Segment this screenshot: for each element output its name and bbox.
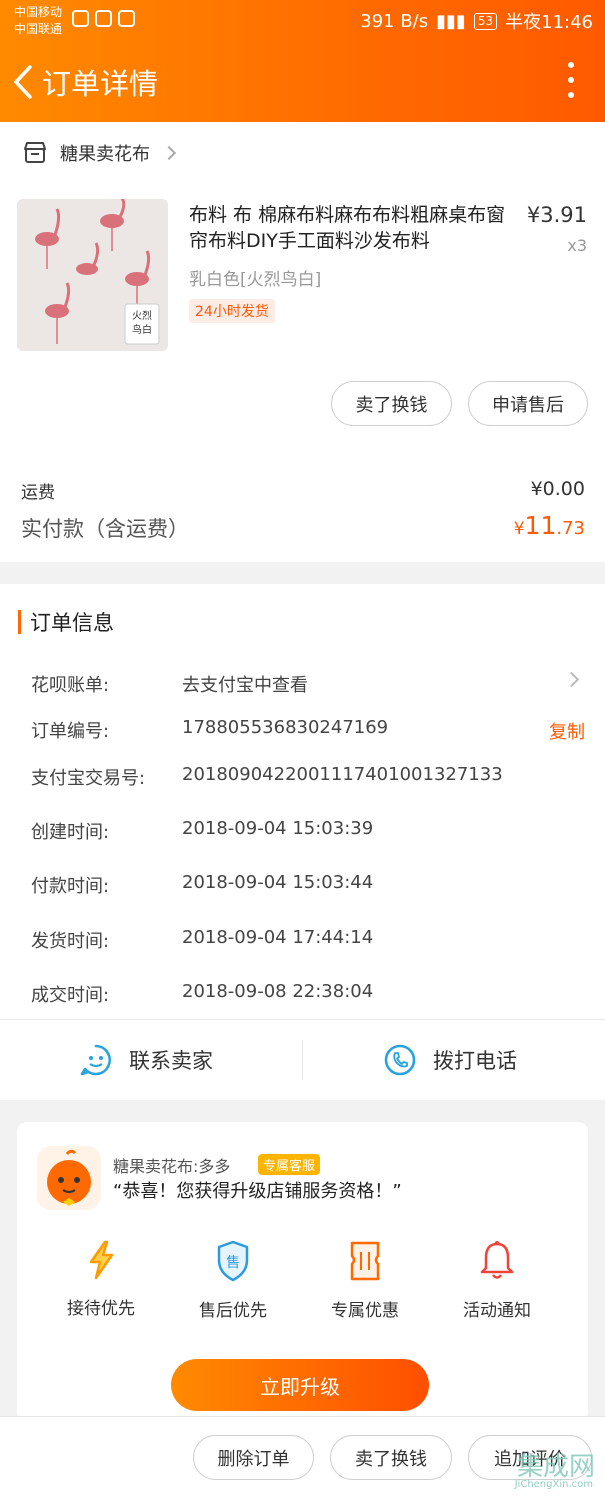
svg-text:火烈: 火烈 (132, 310, 152, 322)
status-right: 391 B/s ▮▮▮ 53 半夜11:46 (360, 8, 593, 34)
total-decimal: .73 (556, 518, 585, 539)
feature-exclusive-discount[interactable]: 专属优惠 (310, 1240, 420, 1321)
bag-notify-icon (118, 10, 135, 27)
divider (302, 1040, 303, 1080)
watermark-logo: 集成网 (516, 1452, 595, 1482)
signal-icon: ▮▮▮ (436, 10, 466, 32)
chevron-right-icon (161, 145, 177, 161)
dot-icon (568, 62, 574, 68)
feature-label: 售后优先 (199, 1301, 267, 1321)
product-sku: 乳白色[火烈鸟白] (189, 270, 322, 290)
watermark: 集成网 JiChengXin.com (475, 1446, 595, 1496)
shield-sale-icon: 售 (217, 1240, 249, 1282)
sell-button-bottom[interactable]: 卖了换钱 (330, 1435, 452, 1480)
shipped-time-value: 2018-09-04 17:44:14 (182, 927, 374, 948)
copy-button[interactable]: 复制 (549, 718, 585, 744)
call-phone-label: 拨打电话 (433, 1049, 517, 1073)
order-info-heading: 订单信息 (18, 609, 114, 635)
contact-seller-button[interactable]: 联系卖家 (79, 1037, 213, 1083)
paid-time-label: 付款时间: (31, 876, 110, 897)
dot-icon (568, 77, 574, 83)
huabei-label: 花呗账单: (31, 675, 110, 696)
contact-seller-label: 联系卖家 (129, 1049, 213, 1073)
shield-notify-icon (72, 10, 89, 27)
status-bar: 中国移动 中国联通 391 B/s ▮▮▮ 53 半夜11:46 (0, 0, 605, 44)
avatar (37, 1146, 101, 1210)
shipped-time-label: 发货时间: (31, 931, 110, 952)
alipay-trade-label: 支付宝交易号: (31, 768, 146, 789)
order-number-label: 订单编号: (31, 721, 110, 742)
feature-reception-priority[interactable]: 接待优先 (46, 1240, 156, 1319)
total-value: ¥11.73 (514, 511, 585, 540)
feature-event-notice[interactable]: 活动通知 (442, 1240, 552, 1321)
total-currency: ¥ (513, 519, 525, 539)
upgrade-button[interactable]: 立即升级 (171, 1359, 429, 1411)
order-info-title: 订单信息 (30, 611, 114, 635)
call-phone-button[interactable]: 拨打电话 (383, 1037, 517, 1083)
total-label: 实付款（含运费） (21, 517, 189, 541)
alipay-trade-value: 2018090422001117401001327133 (182, 764, 503, 785)
carrier-info: 中国移动 中国联通 (14, 4, 62, 38)
after-sales-button[interactable]: 申请售后 (468, 381, 588, 426)
product-image[interactable]: 火烈 鸟白 (17, 199, 168, 351)
feature-label: 活动通知 (463, 1301, 531, 1321)
shipping-value: ¥0.00 (530, 478, 585, 500)
notification-icons (72, 10, 135, 27)
huabei-value[interactable]: 去支付宝中查看 (182, 671, 308, 697)
shop-icon (24, 142, 46, 163)
product-quantity: x3 (567, 236, 587, 255)
paid-time-value: 2018-09-04 15:03:44 (182, 872, 374, 893)
shipping-label: 运费 (21, 483, 55, 503)
svg-text:鸟白: 鸟白 (132, 323, 152, 336)
heading-accent-bar (18, 610, 21, 634)
product-title[interactable]: 布料 布 棉麻布料麻布布料粗麻桌布窗帘布料DIY手工面料沙发布料 (189, 202, 514, 254)
svg-text:售: 售 (226, 1255, 240, 1271)
shop-row[interactable]: 糖果卖花布 (22, 140, 177, 166)
page-title: 订单详情 (42, 67, 159, 101)
feature-label: 专属优惠 (331, 1301, 399, 1321)
promo-message: “恭喜！您获得升级店铺服务资格！” (113, 1181, 402, 1202)
created-time-value: 2018-09-04 15:03:39 (182, 818, 374, 839)
net-speed: 391 B/s (360, 10, 429, 32)
clock: 半夜11:46 (505, 12, 593, 33)
watermark-url: JiChengXin.com (514, 1479, 593, 1490)
deal-time-value: 2018-09-08 22:38:04 (182, 981, 374, 1002)
order-number-value: 178805536830247169 (182, 717, 389, 738)
exclusive-service-badge: 专属客服 (258, 1154, 321, 1175)
total-integer: 11 (524, 511, 557, 540)
created-time-label: 创建时间: (31, 822, 110, 843)
cat-notify-icon (95, 10, 112, 27)
more-button[interactable] (559, 58, 583, 102)
feature-label: 接待优先 (67, 1299, 135, 1319)
battery-icon: 53 (473, 12, 498, 30)
back-button[interactable] (10, 62, 40, 102)
app-header: 中国移动 中国联通 391 B/s ▮▮▮ 53 半夜11:46 订单详情 (0, 0, 605, 122)
delete-order-button[interactable]: 删除订单 (193, 1435, 314, 1480)
flamingo-pattern-icon: 火烈 鸟白 (17, 199, 168, 351)
lightning-icon (89, 1240, 114, 1280)
ticket-icon (350, 1241, 380, 1281)
deal-time-label: 成交时间: (31, 985, 110, 1006)
phone-icon (384, 1044, 416, 1076)
mascot-icon (37, 1146, 101, 1210)
bell-icon (480, 1241, 514, 1279)
chevron-left-icon (14, 65, 32, 99)
nav-bar: 订单详情 (0, 52, 605, 112)
shipping-badge: 24小时发货 (189, 299, 275, 323)
shop-name: 糖果卖花布 (60, 144, 150, 165)
carrier-1: 中国移动 (14, 5, 63, 19)
chat-face-icon (80, 1044, 112, 1076)
promo-sender: 糖果卖花布:多多 (113, 1157, 231, 1176)
dot-icon (568, 92, 574, 98)
product-price: ¥3.91 (526, 203, 587, 227)
feature-after-sales-priority[interactable]: 售 售后优先 (178, 1240, 288, 1321)
divider (0, 1019, 605, 1020)
carrier-2: 中国联通 (14, 22, 63, 36)
sell-button[interactable]: 卖了换钱 (331, 381, 452, 426)
